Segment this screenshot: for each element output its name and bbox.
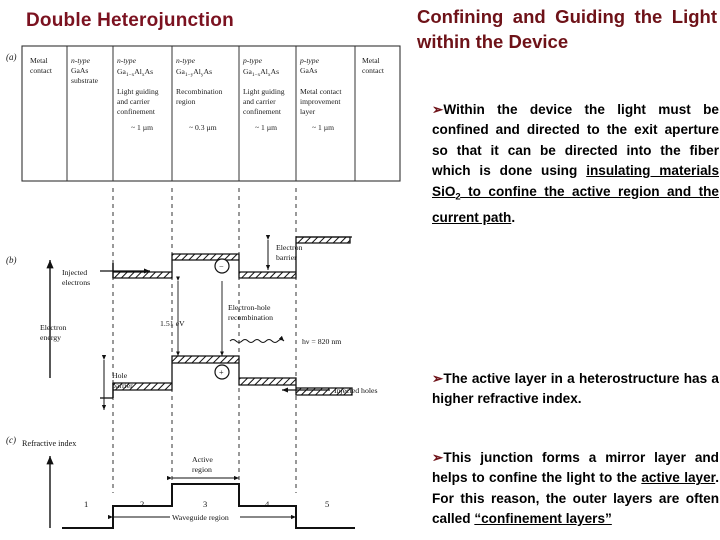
table-cell: confinement	[243, 107, 282, 116]
region-number: 1	[84, 499, 88, 509]
electron-energy-label: Electron	[40, 323, 67, 332]
injected-electrons-label: electrons	[62, 278, 90, 287]
table-cell: confinement	[117, 107, 156, 116]
table-cell-thickness: ~ 1 µm	[131, 123, 153, 132]
region-number: 3	[203, 499, 207, 509]
bullet-arrow-icon: ➢	[432, 102, 444, 117]
table-cell-formula: Ga1−xAlxAs	[117, 67, 153, 78]
section-heading: Confining and Guiding the Light within t…	[417, 6, 717, 52]
bullet-text-3: This junction forms a mirror layer and h…	[432, 450, 719, 527]
table-cell: n-type	[71, 56, 91, 65]
recombination-label: recombination	[228, 313, 273, 322]
active-region-label: region	[192, 465, 212, 474]
panel-c-label: (c)	[6, 435, 16, 445]
refractive-index-diagram: Refractive index Active region Waveguide…	[22, 439, 355, 529]
table-cell: and carrier	[243, 97, 276, 106]
table-cell: p-type	[299, 56, 320, 65]
table-cell: Metal	[362, 56, 380, 65]
table-cell: n-type	[117, 56, 137, 65]
table-cell: contact	[362, 66, 385, 75]
table-cell: Recombination	[176, 87, 223, 96]
refractive-index-axis-label: Refractive index	[22, 439, 76, 448]
bullet-paragraph-2: ➢The active layer in a heterostructure h…	[432, 369, 719, 410]
waveguide-region-label: Waveguide region	[172, 513, 229, 522]
hole-barrier-label: Hole	[112, 371, 128, 380]
active-region-label: Active	[192, 455, 213, 464]
bullet-paragraph-3: ➢This junction forms a mirror layer and …	[432, 448, 719, 530]
table-cell: GaAs	[71, 66, 88, 75]
table-cell: Light guiding	[117, 87, 159, 96]
bullet-text-1: Within the device the light must be conf…	[432, 102, 719, 225]
table-cell-formula: Ga1−yAlyAs	[176, 67, 212, 78]
table-cell: Light guiding	[243, 87, 285, 96]
table-cell: region	[176, 97, 196, 106]
layer-table: Metal contact n-type GaAs substrate n-ty…	[21, 45, 401, 182]
photon-energy-label: hν = 820 nm	[302, 337, 341, 346]
page-title: Double Heterojunction	[26, 10, 234, 31]
electron-energy-label: energy	[40, 333, 61, 342]
region-number: 5	[325, 499, 329, 509]
table-cell: Metal contact	[300, 87, 342, 96]
slide-left-pane: Double Heterojunction (a) Metal contact …	[0, 0, 410, 540]
region-number: 4	[265, 499, 270, 509]
table-cell: contact	[30, 66, 53, 75]
table-cell-thickness: ~ 1 µm	[255, 123, 277, 132]
recombination-label: Electron-hole	[228, 303, 271, 312]
electron-barrier-label: Electron	[276, 243, 303, 252]
double-heterojunction-figure: (a) Metal contact n-type GaAs substrate …	[0, 38, 410, 538]
region-number: 2	[140, 499, 144, 509]
hole-barrier-label: barrier	[112, 381, 133, 390]
table-cell: and carrier	[117, 97, 150, 106]
panel-b-label: (b)	[6, 255, 17, 265]
energy-band-diagram: Electron energy Injected electrons − Ele…	[40, 234, 378, 411]
table-cell: p-type	[242, 56, 263, 65]
bullet-arrow-icon: ➢	[432, 371, 444, 386]
table-cell: layer	[300, 107, 316, 116]
table-cell: n-type	[176, 56, 196, 65]
table-cell: substrate	[71, 76, 99, 85]
panel-a-label: (a)	[6, 52, 17, 62]
injected-electrons-label: Injected	[62, 268, 87, 277]
alignment-guides	[112, 188, 297, 493]
hole-symbol: +	[219, 368, 224, 377]
bandgap-label: 1.51 eV	[160, 319, 185, 328]
bullet-paragraph-1: ➢Within the device the light must be con…	[432, 100, 719, 228]
table-cell: Metal	[30, 56, 48, 65]
table-cell: improvement	[300, 97, 341, 106]
injected-holes-label: Injected holes	[334, 386, 378, 395]
electron-symbol: −	[219, 262, 224, 271]
table-cell-formula: Ga1−xAlxAs	[243, 67, 279, 78]
table-cell-thickness: ~ 0.3 µm	[189, 123, 217, 132]
electron-barrier-label: barrier	[276, 253, 297, 262]
table-cell-thickness: ~ 1 µm	[312, 123, 334, 132]
slide-right-pane: Confining and Guiding the Light within t…	[412, 0, 720, 540]
table-cell: GaAs	[300, 66, 317, 75]
bullet-text-2: The active layer in a heterostructure ha…	[432, 371, 719, 407]
bullet-arrow-icon: ➢	[432, 450, 444, 465]
